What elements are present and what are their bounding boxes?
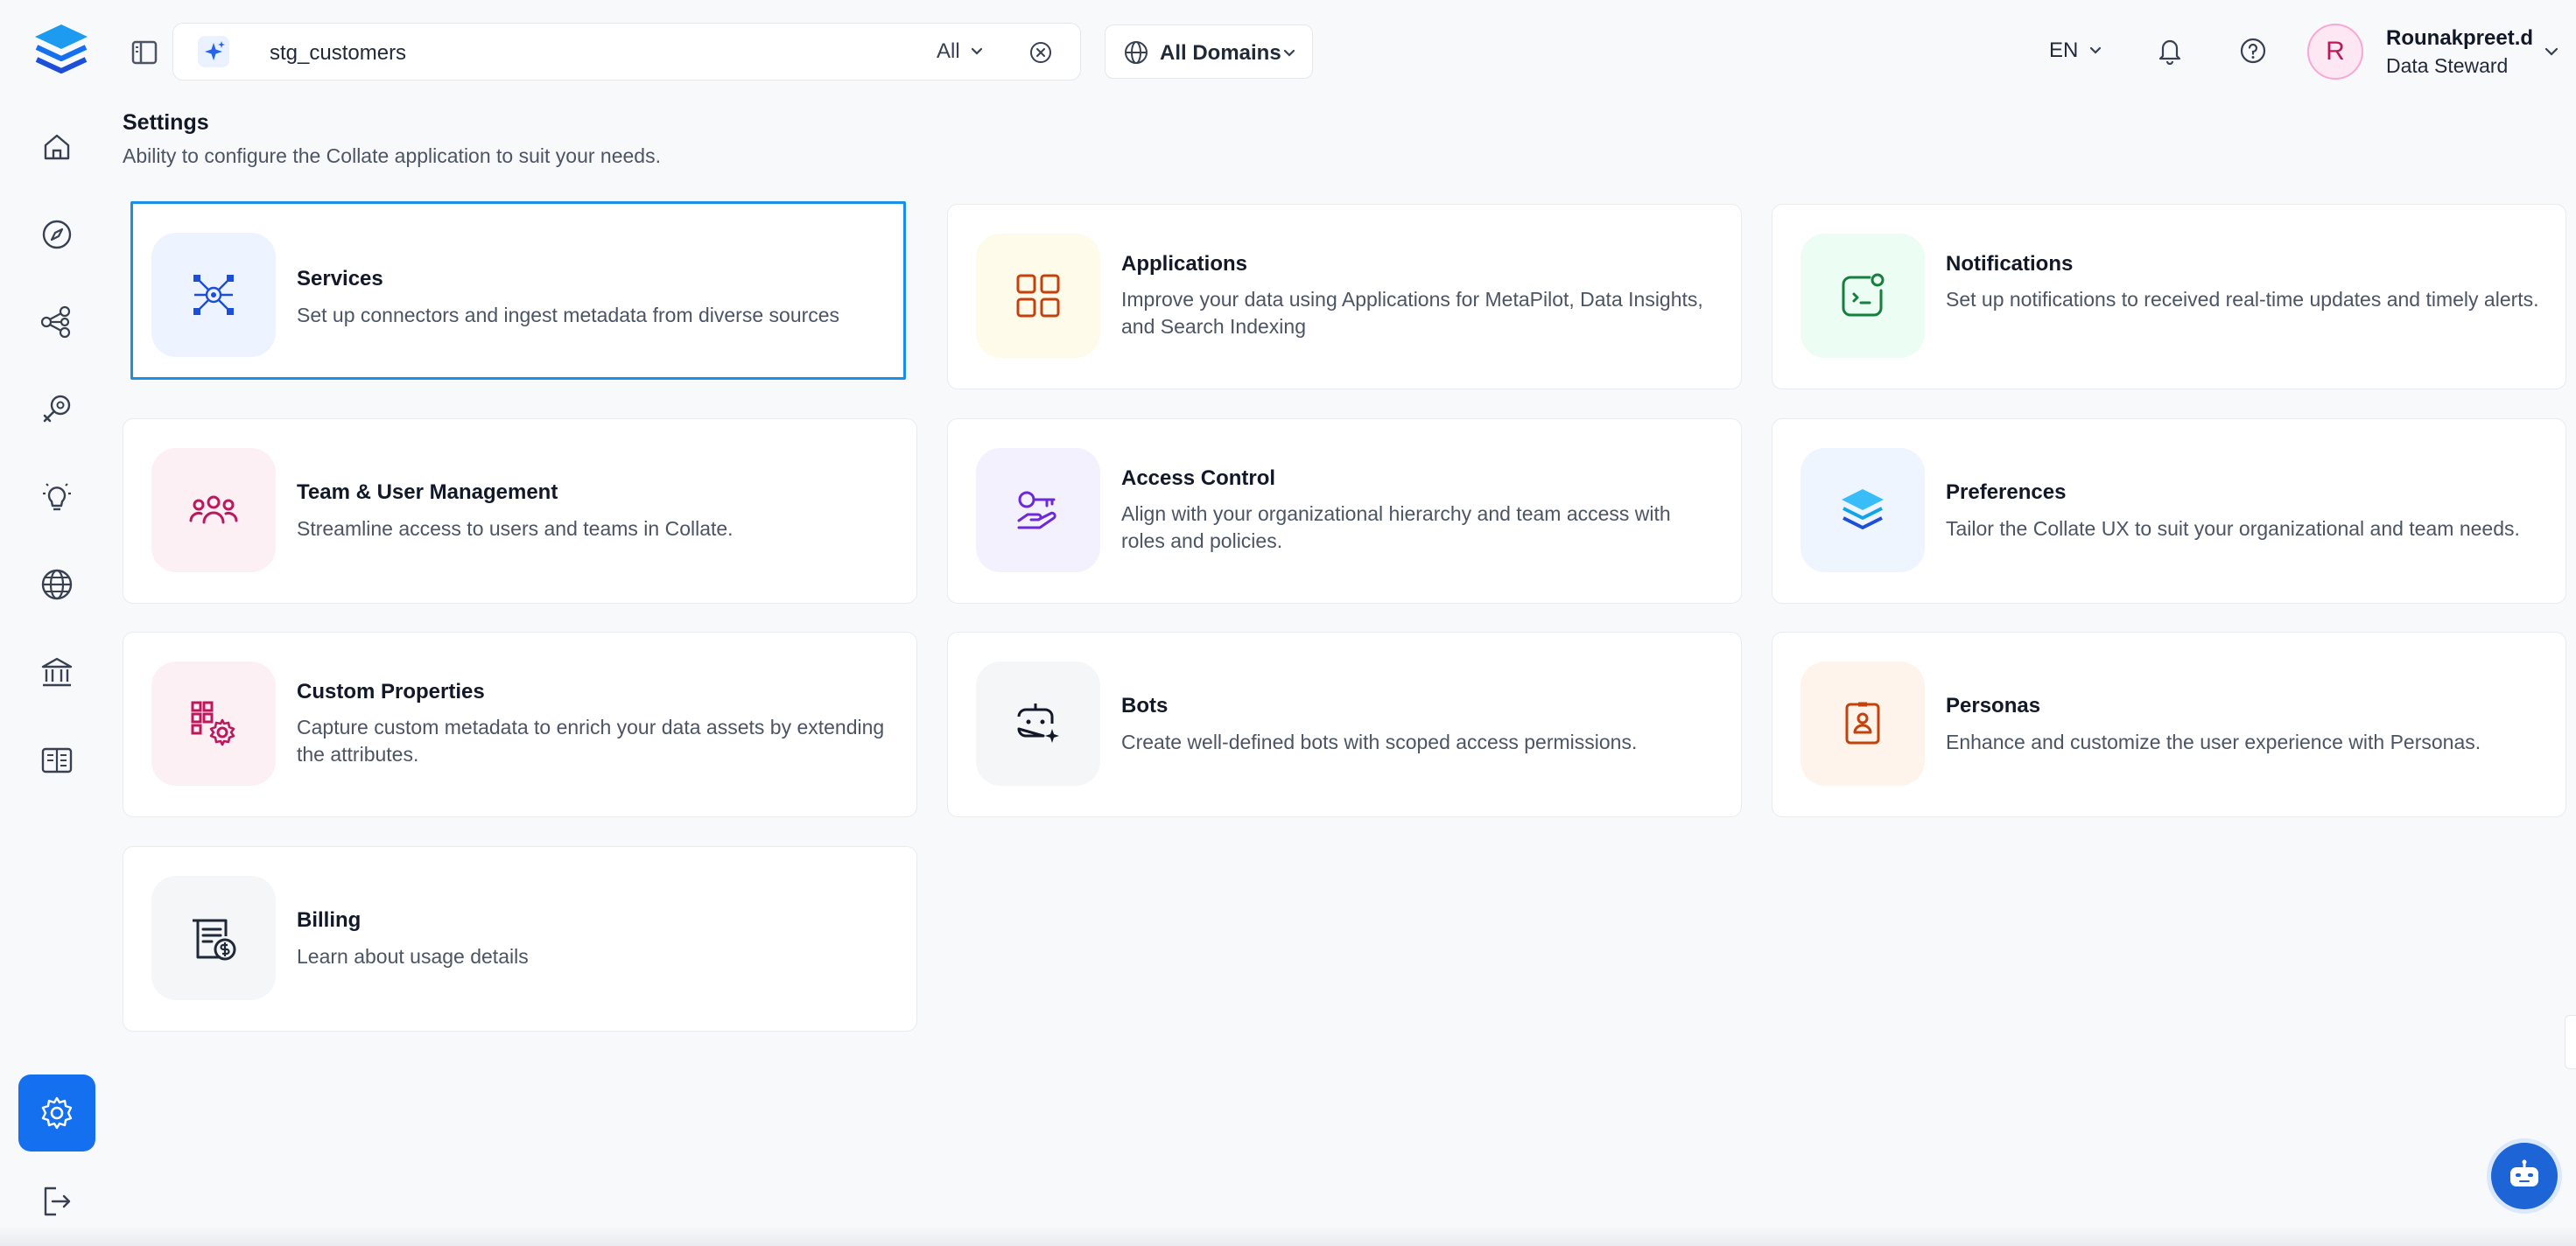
- card-title: Team & User Management: [297, 480, 558, 504]
- settings-card-access-control[interactable]: Access Control Align with your organizat…: [947, 418, 1742, 604]
- card-description: Set up connectors and ingest metadata fr…: [297, 304, 840, 326]
- bots-icon: [976, 662, 1100, 786]
- card-description: Tailor the Collate UX to suit your organ…: [1946, 517, 2520, 540]
- user-name[interactable]: Rounakpreet.d: [2386, 26, 2533, 51]
- settings-card-custom-properties[interactable]: Custom Properties Capture custom metadat…: [123, 632, 917, 817]
- services-icon: [151, 233, 276, 357]
- card-description: Improve your data using Applications for…: [1121, 288, 1703, 338]
- notifications-icon: [1800, 234, 1925, 358]
- card-title: Personas: [1946, 694, 2041, 718]
- custom-properties-icon: [151, 662, 276, 786]
- settings-card-applications[interactable]: Applications Improve your data using App…: [947, 204, 1742, 389]
- card-description: Enhance and customize the user experienc…: [1946, 731, 2481, 753]
- user-role: Data Steward: [2386, 54, 2509, 77]
- language-select[interactable]: EN: [2049, 38, 2078, 63]
- page-subtitle: Ability to configure the Collate applica…: [123, 144, 661, 167]
- preferences-icon: [1800, 448, 1925, 572]
- help-icon[interactable]: [2239, 37, 2267, 65]
- settings-card-bots[interactable]: Bots Create well-defined bots with scope…: [947, 632, 1742, 817]
- card-description: Set up notifications to received real-ti…: [1946, 288, 2539, 311]
- card-description: Create well-defined bots with scoped acc…: [1121, 731, 1638, 753]
- gear-icon: [41, 1096, 73, 1130]
- card-title: Custom Properties: [297, 680, 485, 704]
- settings-card-notifications[interactable]: Notifications Set up notifications to re…: [1772, 204, 2566, 389]
- search-scope-select[interactable]: All: [937, 39, 960, 64]
- observability-icon[interactable]: [39, 391, 75, 428]
- card-title: Applications: [1121, 252, 1248, 276]
- robot-icon: [2510, 1159, 2538, 1186]
- collate-logo-icon[interactable]: [30, 23, 93, 82]
- team-icon: [151, 448, 276, 572]
- top-bar: stg_customers All All Domains EN R Rouna…: [0, 0, 2576, 105]
- governance-icon[interactable]: [39, 654, 75, 691]
- avatar[interactable]: R: [2307, 24, 2363, 80]
- settings-card-personas[interactable]: Personas Enhance and customize the user …: [1772, 632, 2566, 817]
- access-control-icon: [976, 448, 1100, 572]
- page-title: Settings: [123, 110, 209, 135]
- card-title: Notifications: [1946, 252, 2074, 276]
- card-title: Access Control: [1121, 466, 1276, 490]
- domain-selector[interactable]: All Domains: [1105, 24, 1313, 79]
- settings-card-services[interactable]: Services Set up connectors and ingest me…: [130, 201, 906, 380]
- card-title: Services: [297, 267, 383, 290]
- global-search-box[interactable]: stg_customers All: [172, 23, 1081, 80]
- card-title: Preferences: [1946, 480, 2067, 504]
- settings-nav-button[interactable]: [18, 1074, 95, 1152]
- card-title: Billing: [297, 908, 361, 932]
- applications-icon: [976, 234, 1100, 358]
- card-description: Streamline access to users and teams in …: [297, 517, 733, 540]
- home-icon[interactable]: [39, 129, 75, 165]
- chevron-down-icon[interactable]: [2542, 42, 2561, 61]
- chatbot-button[interactable]: [2491, 1143, 2558, 1209]
- card-title: Bots: [1121, 694, 1169, 718]
- globe-icon: [1123, 39, 1149, 66]
- billing-icon: [151, 876, 276, 1000]
- chevron-down-icon: [1281, 45, 1298, 62]
- logout-icon[interactable]: [39, 1183, 75, 1220]
- side-panel-handle[interactable]: [2565, 1015, 2576, 1069]
- settings-card-billing[interactable]: Billing Learn about usage details: [123, 846, 917, 1032]
- domains-icon[interactable]: [39, 566, 75, 603]
- chevron-down-icon[interactable]: [2087, 42, 2104, 60]
- domain-selector-label: All Domains: [1160, 41, 1281, 65]
- lineage-icon[interactable]: [39, 304, 75, 340]
- ai-search-icon[interactable]: [198, 36, 229, 67]
- clear-search-icon[interactable]: [1028, 40, 1053, 65]
- card-description: Align with your organizational hierarchy…: [1121, 502, 1671, 552]
- settings-card-team-user-management[interactable]: Team & User Management Streamline access…: [123, 418, 917, 604]
- settings-card-preferences[interactable]: Preferences Tailor the Collate UX to sui…: [1772, 418, 2566, 604]
- bottom-edge: [0, 1225, 2576, 1246]
- card-description: Learn about usage details: [297, 945, 529, 968]
- glossary-icon[interactable]: [39, 742, 75, 779]
- personas-icon: [1800, 662, 1925, 786]
- card-description: Capture custom metadata to enrich your d…: [297, 716, 885, 766]
- explore-icon[interactable]: [39, 216, 75, 253]
- notifications-bell-icon[interactable]: [2156, 35, 2184, 66]
- search-input[interactable]: stg_customers: [270, 41, 406, 66]
- chevron-down-icon[interactable]: [968, 43, 986, 60]
- sidebar-toggle-icon[interactable]: [128, 37, 161, 68]
- insights-icon[interactable]: [39, 479, 75, 515]
